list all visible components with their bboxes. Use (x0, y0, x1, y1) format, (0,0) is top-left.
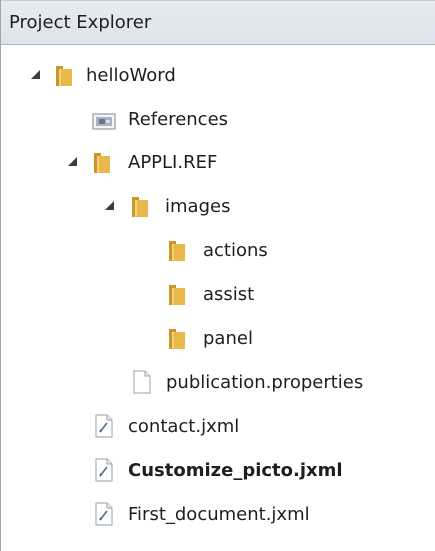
jxml-file-icon (93, 458, 115, 482)
tree-item-panel[interactable]: panel (1, 324, 435, 356)
jxml-file-icon (93, 414, 115, 438)
folder-icon (166, 327, 188, 351)
tree-item-first-document-jxml[interactable]: First_document.jxml (1, 500, 435, 532)
tree-item-helloword[interactable]: helloWord (1, 61, 435, 93)
tree-item-label: panel (203, 328, 253, 349)
tree-item-images[interactable]: images (1, 192, 435, 224)
folder-icon (53, 64, 75, 88)
tree-item-label: images (165, 196, 231, 217)
tree-item-contact-jxml[interactable]: contact.jxml (1, 412, 435, 444)
tree-item-references[interactable]: References (1, 105, 435, 137)
folder-icon (166, 239, 188, 263)
project-explorer-panel: Project Explorer helloWord References AP… (0, 0, 435, 551)
folder-icon (91, 151, 113, 175)
tree-item-label: helloWord (86, 65, 176, 86)
tree-item-label: publication.properties (166, 372, 364, 393)
file-icon (131, 370, 153, 394)
expander-expanded-icon[interactable] (105, 201, 114, 210)
tree-item-actions[interactable]: actions (1, 236, 435, 268)
references-icon (92, 108, 118, 132)
panel-title: Project Explorer (9, 12, 152, 33)
tree-item-appli-ref[interactable]: APPLI.REF (1, 148, 435, 180)
folder-icon (129, 195, 151, 219)
tree-item-assist[interactable]: assist (1, 280, 435, 312)
tree-item-label: assist (203, 284, 255, 305)
tree-item-label: Customize_picto.jxml (128, 460, 343, 481)
expander-expanded-icon[interactable] (68, 157, 77, 166)
jxml-file-icon (93, 502, 115, 526)
folder-icon (166, 283, 188, 307)
tree-item-customize-picto-jxml[interactable]: Customize_picto.jxml (1, 456, 435, 488)
tree-item-label: First_document.jxml (128, 504, 310, 525)
tree-item-label: References (128, 109, 229, 130)
expander-expanded-icon[interactable] (31, 70, 40, 79)
tree-item-label: actions (203, 240, 268, 261)
tree-item-label: contact.jxml (128, 416, 240, 437)
tree-item-label: APPLI.REF (128, 152, 218, 173)
tree-item-publication-properties[interactable]: publication.properties (1, 368, 435, 400)
panel-title-bar[interactable]: Project Explorer (1, 0, 435, 45)
